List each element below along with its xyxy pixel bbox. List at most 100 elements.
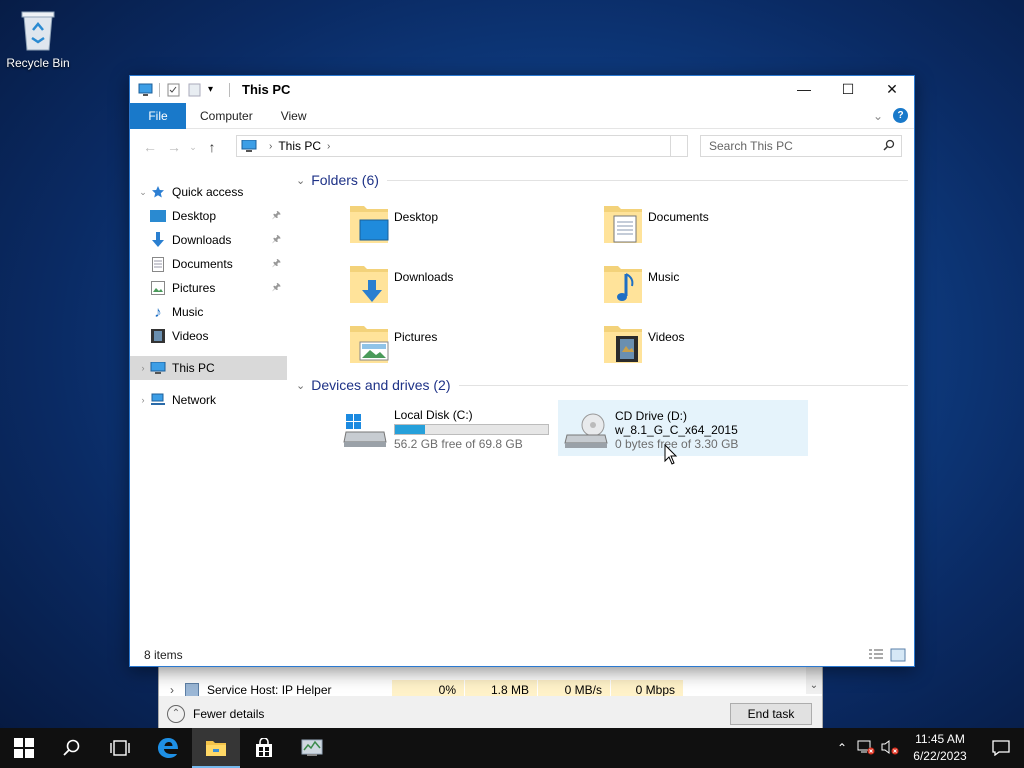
nav-videos[interactable]: Videos — [130, 324, 287, 348]
document-icon — [150, 256, 166, 272]
nav-this-pc[interactable]: › This PC — [130, 356, 287, 380]
task-manager-footer: ⌃ Fewer details End task — [159, 696, 822, 732]
nav-downloads[interactable]: Downloads 🖈 — [130, 228, 287, 252]
store-button[interactable] — [240, 728, 288, 768]
chevron-up-circle-icon[interactable]: ⌃ — [167, 705, 185, 723]
folder-name: Pictures — [394, 330, 438, 344]
nav-label: Network — [172, 393, 217, 407]
scroll-down-arrow[interactable]: ⌄ — [806, 666, 822, 694]
pin-icon[interactable]: 🖈 — [272, 280, 281, 297]
network-icon — [150, 392, 166, 408]
title-bar[interactable]: ▾ This PC — ☐ ✕ — [130, 76, 914, 103]
nav-label: Desktop — [172, 209, 217, 223]
drive-cd-d[interactable]: CD Drive (D:) w_8.1_G_C_x64_2015 0 bytes… — [558, 400, 808, 456]
large-icons-view-icon[interactable] — [890, 648, 906, 662]
expanded-chevron-icon[interactable]: ⌄ — [136, 187, 150, 198]
window-title: This PC — [242, 82, 291, 97]
search-box[interactable]: Search This PC — [700, 135, 902, 157]
properties-icon[interactable] — [166, 83, 181, 97]
folder-downloads[interactable]: Downloads — [348, 262, 588, 306]
edge-browser-button[interactable] — [144, 728, 192, 768]
group-title: Devices and drives (2) — [311, 377, 451, 393]
tab-view[interactable]: View — [267, 103, 321, 129]
folder-name: Videos — [648, 330, 685, 344]
action-center-button[interactable] — [978, 740, 1024, 756]
details-view-icon[interactable] — [868, 648, 884, 662]
taskbar: ⌃ 11:45 AM 6/22/2023 — [0, 728, 1024, 768]
downloads-folder-icon — [348, 262, 390, 306]
recycle-bin-shortcut[interactable]: Recycle Bin — [6, 8, 70, 70]
search-button[interactable] — [48, 728, 96, 768]
back-arrow-icon[interactable]: ← — [138, 139, 162, 155]
pin-icon[interactable]: 🖈 — [272, 208, 281, 225]
expand-ribbon-icon[interactable]: ⌄ — [873, 109, 883, 123]
nav-label: This PC — [172, 361, 215, 375]
nav-documents[interactable]: Documents 🖈 — [130, 252, 287, 276]
expand-chevron-icon[interactable]: › — [159, 683, 185, 697]
nav-pictures[interactable]: Pictures 🖈 — [130, 276, 287, 300]
tab-computer[interactable]: Computer — [186, 103, 267, 129]
show-hidden-icons-chevron-icon[interactable]: ⌃ — [830, 741, 854, 755]
folder-videos[interactable]: Videos — [602, 322, 842, 366]
clock[interactable]: 11:45 AM 6/22/2023 — [902, 731, 978, 765]
nav-label: Videos — [172, 329, 209, 343]
up-arrow-icon[interactable]: ↑ — [200, 139, 224, 155]
nav-desktop[interactable]: Desktop 🖈 — [130, 204, 287, 228]
search-placeholder: Search This PC — [709, 139, 793, 153]
folder-documents[interactable]: Documents — [602, 202, 842, 246]
volume-muted-icon[interactable] — [878, 739, 902, 758]
task-view-button[interactable] — [96, 728, 144, 768]
navigation-pane: ⌄ Quick access Desktop 🖈 Downloads 🖈 Doc… — [130, 166, 287, 646]
customize-toolbar-icon[interactable]: ▾ — [208, 83, 223, 97]
folders-group-header[interactable]: ⌄ Folders (6) — [296, 172, 908, 188]
folder-name: Documents — [648, 210, 709, 224]
address-bar[interactable]: › This PC › — [236, 135, 688, 157]
breadcrumb-this-pc[interactable]: This PC — [278, 139, 321, 153]
address-history-dropdown[interactable] — [670, 135, 688, 157]
minimize-button[interactable]: — — [782, 76, 826, 103]
collapse-chevron-icon[interactable]: ⌄ — [296, 379, 305, 392]
task-view-icon — [110, 740, 130, 756]
pin-icon[interactable]: 🖈 — [272, 256, 281, 273]
start-button[interactable] — [0, 728, 48, 768]
disk-usage-bar — [394, 424, 549, 435]
system-tray: ⌃ 11:45 AM 6/22/2023 — [830, 728, 1024, 768]
collapsed-chevron-icon[interactable]: › — [136, 395, 150, 405]
nav-label: Quick access — [172, 185, 244, 199]
recent-locations-chevron-icon[interactable]: ⌄ — [186, 142, 200, 153]
picture-icon — [150, 280, 166, 296]
network-disconnected-icon[interactable] — [854, 739, 878, 758]
pin-icon[interactable]: 🖈 — [272, 232, 281, 249]
videos-folder-icon — [602, 322, 644, 366]
collapse-chevron-icon[interactable]: ⌄ — [296, 174, 305, 187]
file-explorer-window: ▾ This PC — ☐ ✕ File Computer View ⌄ ? ←… — [129, 75, 915, 667]
fewer-details-link[interactable]: Fewer details — [193, 707, 264, 721]
close-button[interactable]: ✕ — [870, 76, 914, 103]
end-task-button[interactable]: End task — [730, 703, 812, 725]
group-title: Folders (6) — [311, 172, 379, 188]
folder-name: Music — [648, 270, 680, 284]
search-icon — [63, 739, 80, 756]
tab-file[interactable]: File — [130, 102, 186, 129]
folder-music[interactable]: Music — [602, 262, 842, 306]
collapsed-chevron-icon[interactable]: › — [136, 363, 150, 373]
folder-desktop[interactable]: Desktop — [348, 202, 588, 246]
nav-network[interactable]: › Network — [130, 388, 287, 412]
folder-pictures[interactable]: Pictures — [348, 322, 588, 366]
music-note-icon: ♪ — [154, 303, 162, 321]
store-bag-icon — [256, 738, 272, 757]
notification-icon — [992, 740, 1010, 756]
music-folder-icon — [602, 262, 644, 306]
help-icon[interactable]: ? — [893, 108, 908, 123]
breadcrumb-separator-icon[interactable]: › — [327, 141, 330, 152]
forward-arrow-icon[interactable]: → — [162, 139, 186, 155]
drive-local-disk-c[interactable]: Local Disk (C:) 56.2 GB free of 69.8 GB — [338, 400, 588, 456]
file-explorer-button[interactable] — [192, 728, 240, 768]
maximize-button[interactable]: ☐ — [826, 76, 870, 103]
new-folder-icon[interactable] — [187, 83, 202, 97]
nav-music[interactable]: ♪ Music — [130, 300, 287, 324]
nav-quick-access[interactable]: ⌄ Quick access — [130, 180, 287, 204]
task-manager-button[interactable] — [288, 728, 336, 768]
recycle-bin-icon — [18, 8, 58, 52]
devices-group-header[interactable]: ⌄ Devices and drives (2) — [296, 377, 908, 393]
